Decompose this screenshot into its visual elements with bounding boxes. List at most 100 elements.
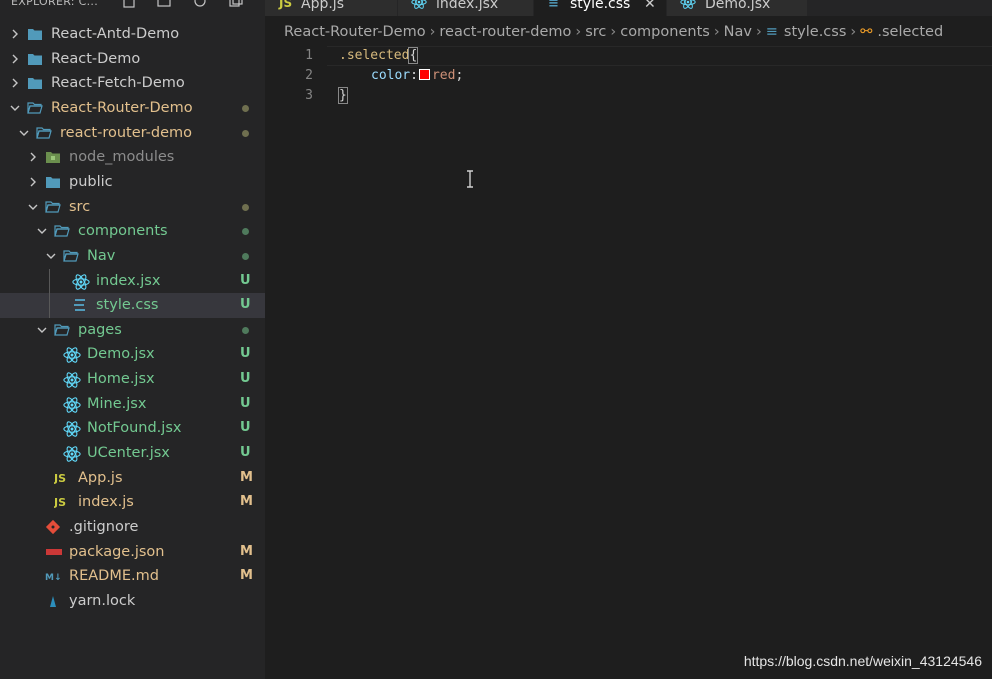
tree-item-label: node_modules <box>69 149 175 166</box>
collapse-all-icon[interactable] <box>229 0 243 8</box>
refresh-icon[interactable] <box>193 0 207 8</box>
tree-item[interactable]: node_modules <box>0 145 265 170</box>
js-icon: JS <box>279 0 293 10</box>
tab-label: index.jsx <box>436 0 499 12</box>
react-icon <box>63 445 81 462</box>
git-status-badge: M <box>240 568 253 584</box>
breadcrumb-item[interactable]: React-Router-Demo <box>284 24 426 40</box>
code-line-1[interactable]: .selected{ <box>339 47 419 64</box>
chevron-right-icon[interactable] <box>9 77 21 89</box>
tree-item[interactable]: react-router-demo <box>0 121 265 146</box>
breadcrumb: React-Router-Demo › react-router-demo › src ›… <box>284 24 943 44</box>
tree-item[interactable]: yarn.lock <box>0 589 265 614</box>
tree-item[interactable]: JS App.js M <box>0 466 265 491</box>
node-folder-icon <box>45 149 61 165</box>
tree-item[interactable]: Demo.jsx U <box>0 342 265 367</box>
tree-item-label: components <box>78 223 168 240</box>
folder-open-icon <box>54 223 70 239</box>
tree-item-label: React-Demo <box>51 50 141 67</box>
tab-label: style.css <box>570 0 631 12</box>
tree-item[interactable]: React-Demo <box>0 47 265 72</box>
folder-icon <box>27 26 43 42</box>
tree-item[interactable]: .gitignore <box>0 515 265 540</box>
code-line-3[interactable]: } <box>338 87 348 104</box>
markdown-icon: M↓ <box>45 568 62 584</box>
folder-open-icon <box>63 248 79 264</box>
git-status-badge: U <box>240 297 251 313</box>
new-folder-icon[interactable] <box>157 0 171 8</box>
svg-text:JS: JS <box>54 496 66 509</box>
chevron-down-icon[interactable] <box>9 102 21 114</box>
react-icon <box>680 0 696 9</box>
editor-tab-bar: JS App.js index.jsx ≡ style.css ✕ Demo.j… <box>265 0 992 16</box>
folder-open-icon <box>27 100 43 116</box>
status-dot <box>242 203 249 211</box>
chevron-down-icon[interactable] <box>45 250 57 262</box>
tree-item-label: React-Router-Demo <box>51 99 193 116</box>
tab-app-js[interactable]: JS App.js <box>265 0 398 16</box>
tree-item[interactable]: NotFound.jsx U <box>0 416 265 441</box>
open-brace: { <box>408 47 419 64</box>
code-line-2[interactable]: color: red; <box>371 68 463 83</box>
tree-item[interactable]: React-Router-Demo <box>0 96 265 121</box>
breadcrumb-item[interactable]: Nav <box>724 24 752 40</box>
chevron-right-icon: › <box>575 24 582 40</box>
tree-item[interactable]: public <box>0 170 265 195</box>
chevron-down-icon[interactable] <box>18 127 30 139</box>
tree-item[interactable]: components <box>0 219 265 244</box>
tree-item[interactable]: Nav <box>0 244 265 269</box>
breadcrumb-item[interactable]: components <box>620 24 710 40</box>
chevron-down-icon[interactable] <box>27 201 39 213</box>
tree-item-label: Mine.jsx <box>87 395 147 412</box>
chevron-right-icon[interactable] <box>27 176 39 188</box>
tree-item[interactable]: Mine.jsx U <box>0 392 265 417</box>
line-number: 1 <box>305 48 313 63</box>
new-file-icon[interactable] <box>122 0 136 8</box>
tree-item[interactable]: Home.jsx U <box>0 367 265 392</box>
tree-item-label: style.css <box>96 297 159 314</box>
css-icon: ≡ <box>765 24 778 40</box>
tab-index-jsx[interactable]: index.jsx <box>398 0 534 16</box>
tree-item[interactable]: pages <box>0 318 265 343</box>
tree-item[interactable]: JS index.js M <box>0 490 265 515</box>
close-tab-icon[interactable]: ✕ <box>644 0 656 12</box>
yarn-icon <box>45 593 61 609</box>
svg-text:M↓: M↓ <box>45 573 62 583</box>
git-status-badge: U <box>240 371 251 387</box>
tree-item-label: React-Antd-Demo <box>51 26 180 42</box>
code-editor[interactable]: 1 2 3 .selected{ color: red; } <box>265 44 992 679</box>
breadcrumb-item[interactable]: react-router-demo <box>439 24 571 40</box>
chevron-right-icon[interactable] <box>9 53 21 65</box>
colon: : <box>410 68 418 83</box>
tree-item[interactable]: style.css U <box>0 293 265 318</box>
status-dot <box>242 252 249 260</box>
breadcrumb-item[interactable]: .selected <box>877 24 943 40</box>
react-icon <box>411 0 427 9</box>
tree-item[interactable]: index.jsx U <box>0 269 265 294</box>
watermark: https://blog.csdn.net/weixin_43124546 <box>743 653 982 669</box>
chevron-right-icon[interactable] <box>27 151 39 163</box>
tab-label: App.js <box>301 0 344 12</box>
tree-item[interactable]: React-Fetch-Demo <box>0 71 265 96</box>
tree-item[interactable]: React-Antd-Demo <box>0 22 265 47</box>
chevron-right-icon: › <box>429 24 436 40</box>
tree-item[interactable]: UCenter.jsx U <box>0 441 265 466</box>
tab-style-css[interactable]: ≡ style.css ✕ <box>534 0 667 16</box>
react-icon <box>63 346 81 364</box>
color-swatch-icon[interactable] <box>418 69 430 80</box>
breadcrumb-item[interactable]: style.css <box>784 24 846 40</box>
line-number: 3 <box>305 88 313 103</box>
breadcrumb-item[interactable]: src <box>585 24 606 40</box>
explorer-header: EXPLORER: C... <box>0 0 265 14</box>
chevron-right-icon[interactable] <box>9 28 21 40</box>
tree-item-label: Home.jsx <box>87 371 155 388</box>
tree-item[interactable]: M↓ README.md M <box>0 564 265 589</box>
chevron-down-icon[interactable] <box>36 324 48 336</box>
tab-demo-jsx[interactable]: Demo.jsx <box>667 0 808 16</box>
tree-item[interactable]: src <box>0 195 265 220</box>
tree-item[interactable]: package.json M <box>0 540 265 565</box>
git-status-badge: U <box>240 445 251 461</box>
chevron-down-icon[interactable] <box>36 225 48 237</box>
tree-item-label: README.md <box>69 568 159 585</box>
status-dot <box>242 228 249 236</box>
